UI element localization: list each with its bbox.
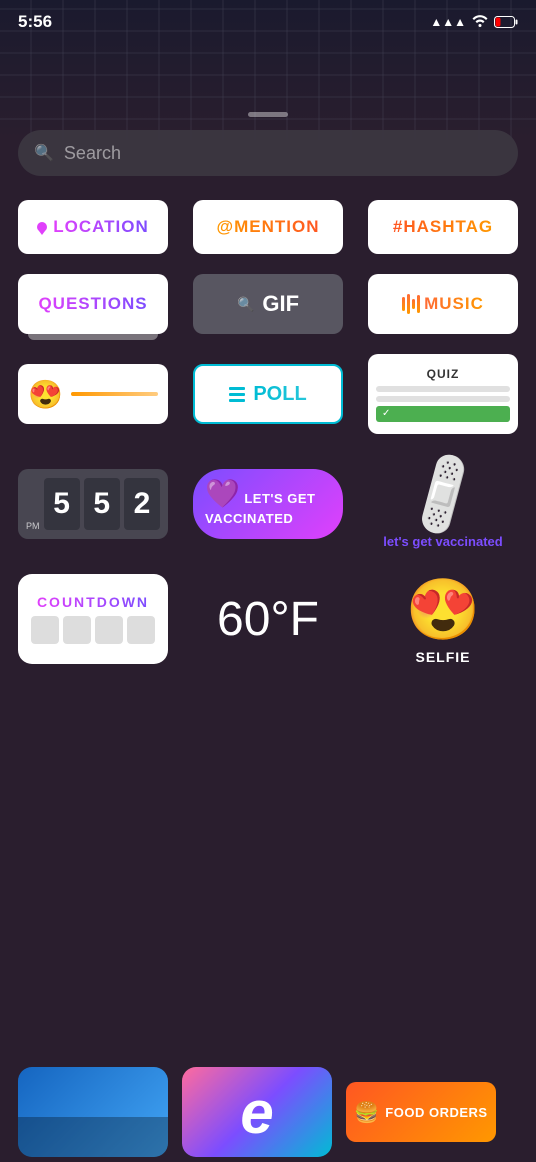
countdown-boxes	[31, 616, 155, 644]
quiz-sticker[interactable]: QUIZ ✓	[368, 354, 518, 434]
status-icons: ▲▲▲	[430, 14, 518, 30]
slider-line	[71, 392, 158, 396]
vaccinated-sticker[interactable]: 💜 LET'S GET VACCINATED	[193, 469, 343, 539]
poll-label: POLL	[253, 383, 306, 406]
gif-search-icon: 🔍	[237, 296, 254, 313]
quiz-lines: ✓	[376, 386, 510, 422]
search-icon: 🔍	[34, 143, 54, 163]
questions-label: QUESTIONS	[38, 294, 147, 314]
hashtag-label: #HASHTAG	[393, 217, 493, 237]
poll-lines-icon	[229, 387, 245, 402]
status-time: 5:56	[18, 12, 52, 32]
gif-label: GIF	[262, 291, 299, 317]
music-bar-3	[412, 299, 415, 309]
gif-sticker[interactable]: 🔍 GIF	[193, 274, 343, 334]
bandaid-caption: let's get vaccinated	[383, 534, 502, 550]
selfie-emoji-icon: 😍	[406, 574, 481, 645]
music-label: MUSIC	[424, 294, 484, 314]
weather-label: 60°F	[217, 592, 319, 647]
row-stickers-5: COUNTDOWN 60°F 😍 SELFIE	[18, 574, 518, 664]
sticker-grid: LOCATION @MENTION #HASHTAG QUESTIONS 🔍 G…	[18, 200, 518, 674]
emoji-slider-face: 😍	[28, 378, 63, 411]
cursive-icon: e	[240, 1078, 273, 1147]
search-bar[interactable]: 🔍 Search	[18, 130, 518, 176]
quiz-label: QUIZ	[427, 367, 460, 381]
location-dot-icon	[37, 222, 47, 232]
food-orders-sticker[interactable]: 🍔 FOOD ORDERS	[346, 1082, 496, 1142]
questions-sticker[interactable]: QUESTIONS	[18, 274, 168, 334]
emoji-slider-sticker[interactable]: 😍	[18, 364, 168, 424]
bottom-row-stickers: e 🍔 FOOD ORDERS	[18, 1062, 518, 1162]
music-bar-1	[402, 297, 405, 311]
quiz-line-1	[376, 386, 510, 392]
row-stickers-2: QUESTIONS 🔍 GIF MUSIC	[18, 274, 518, 334]
weather-sticker[interactable]: 60°F	[193, 574, 343, 664]
status-bar: 5:56 ▲▲▲	[0, 0, 536, 44]
location-sticker[interactable]: LOCATION	[18, 200, 168, 254]
countdown-box-4	[127, 616, 155, 644]
row-stickers-1: LOCATION @MENTION #HASHTAG	[18, 200, 518, 254]
food-orders-label: FOOD ORDERS	[385, 1105, 487, 1120]
poll-line-3	[229, 399, 245, 402]
bandaid-sticker[interactable]: 🩹 let's get vaccinated	[368, 454, 518, 554]
clock-digit-1: 5	[44, 478, 80, 530]
row-stickers-4: PM 5 5 2 💜 LET'S GET VACCINATED 🩹 let's …	[18, 454, 518, 554]
music-sticker[interactable]: MUSIC	[368, 274, 518, 334]
location-label: LOCATION	[53, 217, 149, 237]
mention-label: @MENTION	[217, 217, 320, 237]
poll-sticker[interactable]: POLL	[193, 364, 343, 424]
quiz-check-icon: ✓	[382, 408, 390, 419]
city-skyline-icon	[18, 1117, 168, 1157]
poll-line-1	[229, 387, 245, 390]
quiz-line-2	[376, 396, 510, 402]
hashtag-sticker[interactable]: #HASHTAG	[368, 200, 518, 254]
drag-handle	[248, 112, 288, 117]
music-bar-2	[407, 294, 410, 314]
countdown-label: COUNTDOWN	[37, 594, 149, 610]
selfie-label: SELFIE	[415, 649, 470, 665]
mention-sticker[interactable]: @MENTION	[193, 200, 343, 254]
food-orders-icon: 🍔	[354, 1100, 379, 1125]
battery-icon	[494, 16, 518, 28]
bandaid-emoji-icon: 🩹	[393, 445, 493, 544]
countdown-box-3	[95, 616, 123, 644]
countdown-box-2	[63, 616, 91, 644]
clock-period: PM	[26, 521, 40, 531]
clock-sticker[interactable]: PM 5 5 2	[18, 469, 168, 539]
wifi-icon	[472, 14, 488, 30]
clock-digit-3: 2	[124, 478, 160, 530]
countdown-box-1	[31, 616, 59, 644]
row-stickers-3: 😍 POLL QUIZ ✓	[18, 354, 518, 434]
countdown-sticker[interactable]: COUNTDOWN	[18, 574, 168, 664]
poll-line-2	[229, 393, 245, 396]
search-placeholder: Search	[64, 143, 121, 164]
quiz-answer-line: ✓	[376, 406, 510, 422]
vaccinated-heart-icon: 💜	[205, 478, 240, 509]
clock-digit-2: 5	[84, 478, 120, 530]
signal-icon: ▲▲▲	[430, 15, 466, 29]
music-bar-4	[417, 295, 420, 313]
selfie-sticker[interactable]: 😍 SELFIE	[368, 574, 518, 664]
city-sticker[interactable]	[18, 1067, 168, 1157]
music-bars-icon	[402, 294, 420, 314]
cursive-sticker[interactable]: e	[182, 1067, 332, 1157]
